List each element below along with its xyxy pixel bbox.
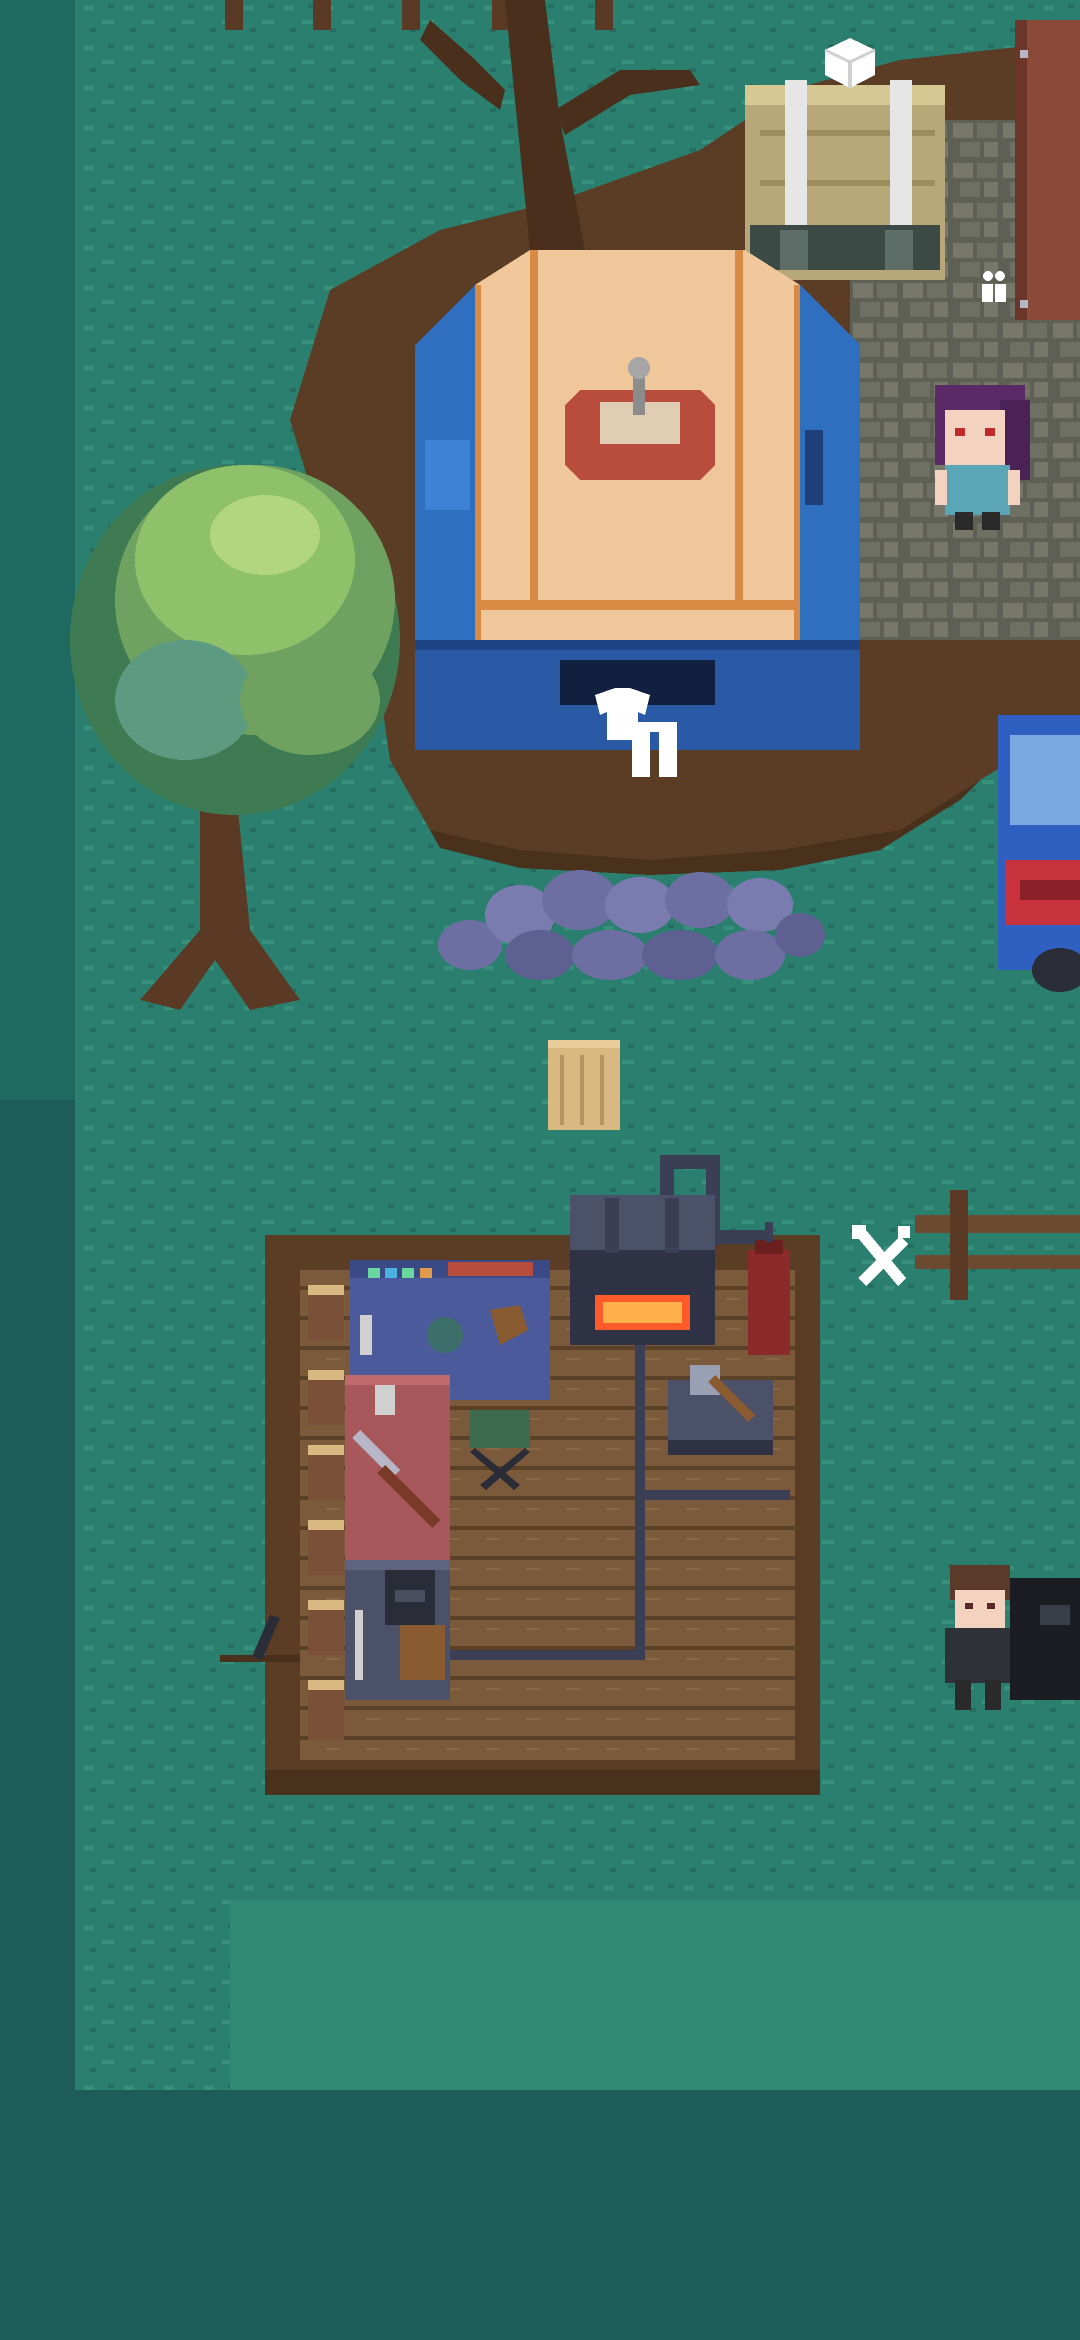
water-bottom bbox=[0, 2090, 1080, 2340]
storage-crate[interactable] bbox=[745, 80, 945, 280]
gear-cabinet[interactable] bbox=[345, 1560, 450, 1700]
small-crate[interactable] bbox=[548, 1040, 620, 1130]
red-building bbox=[1015, 20, 1080, 320]
forest-clearing-bottom bbox=[230, 1900, 1080, 2090]
forge[interactable] bbox=[570, 1195, 715, 1345]
vehicle bbox=[998, 715, 1080, 992]
npc-soldier[interactable] bbox=[945, 1565, 1080, 1710]
game-scene[interactable] bbox=[0, 0, 1080, 2340]
forest-edge-left bbox=[0, 0, 75, 1100]
red-cabinet[interactable] bbox=[345, 1375, 450, 1560]
tent[interactable] bbox=[415, 250, 860, 750]
